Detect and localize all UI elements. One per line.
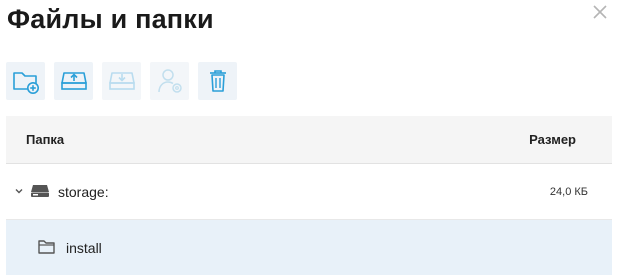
toolbar [6, 62, 246, 100]
new-folder-button[interactable] [6, 62, 45, 100]
user-settings-icon [157, 69, 182, 93]
upload-button[interactable] [54, 62, 93, 100]
close-button[interactable] [592, 4, 608, 20]
folder-table: Папка Размер storage: 24,0 КБ install [6, 116, 612, 275]
column-header-size[interactable]: Размер [529, 132, 576, 147]
trash-icon [209, 70, 226, 92]
download-button[interactable] [102, 62, 141, 100]
download-drive-icon [108, 72, 135, 90]
storage-label: storage: [58, 183, 109, 200]
column-header-folder[interactable]: Папка [26, 132, 64, 147]
dialog-title: Файлы и папки [7, 4, 214, 34]
chevron-down-icon[interactable] [14, 186, 24, 196]
drive-icon [31, 185, 49, 197]
upload-drive-icon [60, 72, 87, 90]
table-row-storage[interactable]: storage: 24,0 КБ [6, 164, 612, 220]
folder-icon [38, 240, 55, 254]
folder-plus-icon [12, 72, 39, 94]
table-row-install[interactable]: install [6, 220, 612, 275]
table-header: Папка Размер [6, 116, 612, 164]
install-label: install [66, 239, 102, 256]
permissions-button[interactable] [150, 62, 189, 100]
close-icon [593, 5, 607, 19]
delete-button[interactable] [198, 62, 237, 100]
storage-size: 24,0 КБ [549, 185, 588, 198]
files-and-folders-dialog: Файлы и папки Папка Размер storage: 24,0… [0, 0, 618, 280]
